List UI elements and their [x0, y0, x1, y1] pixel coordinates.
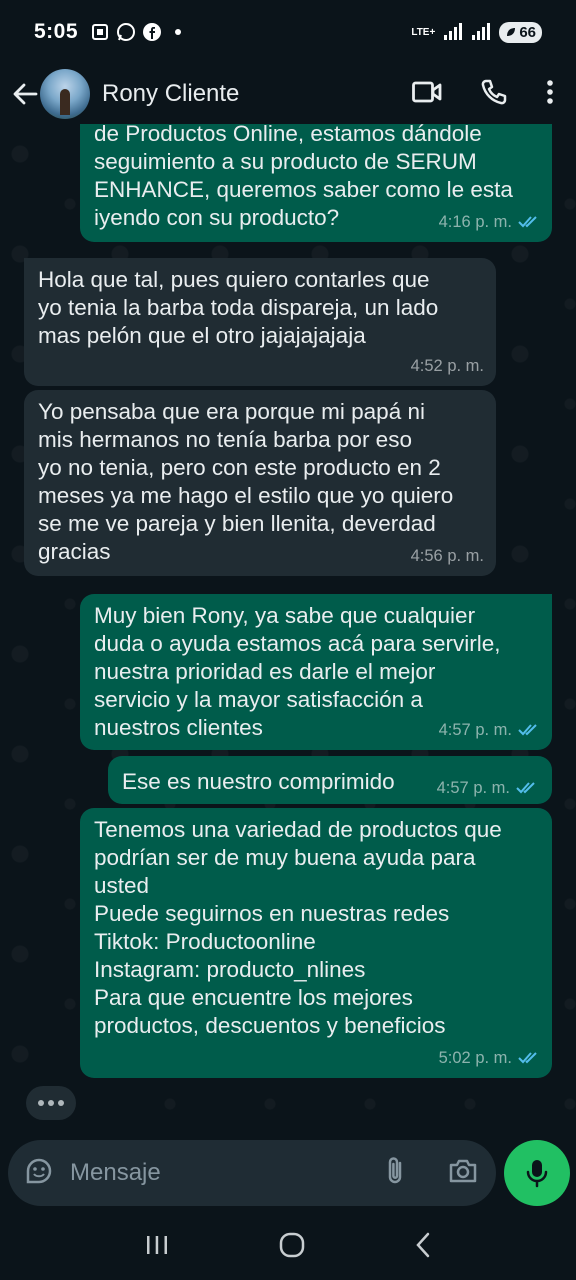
message-composer: Mensaje: [8, 1140, 496, 1206]
microphone-icon: [526, 1160, 548, 1188]
avatar[interactable]: [40, 69, 90, 119]
message-time: 4:57 p. m.: [438, 721, 512, 739]
voice-record-button[interactable]: [504, 1140, 570, 1206]
more-vertical-icon: [547, 79, 553, 104]
read-receipt-icon: [518, 215, 540, 229]
message-bubble-outgoing[interactable]: Tenemos una variedad de productos que po…: [80, 808, 552, 1078]
message-text: Ese es nuestro comprimido: [122, 769, 395, 794]
composer-actions: [384, 1155, 478, 1192]
status-time: 5:05: [34, 20, 79, 43]
message-bubble-outgoing[interactable]: de Productos Online, estamos dándole seg…: [80, 124, 552, 242]
message-list[interactable]: de Productos Online, estamos dándole seg…: [0, 124, 576, 1140]
phone-icon: [481, 79, 507, 104]
read-receipt-icon: [518, 723, 540, 737]
message-text: Hola que tal, pues quiero contarles que …: [38, 267, 439, 348]
battery-saver-icon: [507, 28, 516, 36]
message-input[interactable]: Mensaje: [70, 1159, 161, 1187]
system-navigation-bar: [0, 1214, 576, 1280]
back-chevron-icon: [416, 1232, 430, 1257]
camera-button[interactable]: [448, 1158, 478, 1189]
message-meta: 4:16 p. m.: [439, 208, 540, 236]
typing-dot: [38, 1100, 44, 1106]
dot-icon: [168, 22, 188, 42]
status-right: LTE+ 66: [411, 21, 542, 43]
message-time: 4:56 p. m.: [410, 547, 484, 565]
facebook-icon: [142, 22, 162, 42]
home-button[interactable]: [279, 1232, 305, 1263]
read-receipt-icon: [518, 1051, 540, 1065]
message-meta: 5:02 p. m.: [439, 1044, 540, 1072]
signal-icon: [443, 22, 463, 42]
contact-name[interactable]: Rony Cliente: [102, 80, 239, 108]
voice-call-button[interactable]: [480, 78, 508, 111]
signal-icon-2: [471, 22, 491, 42]
back-arrow-icon: [13, 83, 38, 105]
message-meta: 4:57 p. m.: [437, 762, 538, 802]
message-bubble-incoming[interactable]: Hola que tal, pues quiero contarles que …: [24, 258, 496, 386]
attach-button[interactable]: [384, 1155, 406, 1192]
whatsapp-icon: [116, 22, 136, 42]
message-bubble-incoming[interactable]: Yo pensaba que era porque mi papá ni mis…: [24, 390, 496, 576]
message-meta: 4:52 p. m.: [411, 352, 484, 380]
notification-icons: [90, 22, 188, 42]
sticker-icon: [26, 1158, 52, 1183]
recent-apps-button[interactable]: [145, 1234, 169, 1261]
status-bar: 5:05 LTE+ 66: [0, 0, 576, 64]
back-button[interactable]: [10, 74, 40, 114]
battery-indicator: 66: [499, 21, 542, 43]
message-time: 4:52 p. m.: [410, 357, 484, 375]
recents-icon: [147, 1235, 167, 1254]
header-actions: [412, 78, 566, 111]
typing-dot: [48, 1100, 54, 1106]
paperclip-icon: [388, 1156, 402, 1183]
read-receipt-icon: [516, 781, 538, 795]
battery-level: 66: [519, 23, 536, 41]
message-time: 4:16 p. m.: [438, 213, 512, 231]
screenshot-icon: [90, 22, 110, 42]
emoji-button[interactable]: [24, 1156, 54, 1191]
chat-header: Rony Cliente: [0, 64, 576, 124]
typing-dot: [58, 1100, 64, 1106]
message-meta: 4:57 p. m.: [439, 716, 540, 744]
message-text: Tenemos una variedad de productos que po…: [94, 817, 502, 1038]
message-time: 5:02 p. m.: [438, 1049, 512, 1067]
home-icon: [279, 1232, 305, 1257]
network-label: LTE+: [411, 26, 436, 38]
typing-indicator: [26, 1086, 76, 1120]
more-options-button[interactable]: [546, 79, 554, 110]
message-meta: 4:56 p. m.: [411, 542, 484, 570]
camera-icon: [449, 1159, 477, 1182]
message-bubble-outgoing[interactable]: Ese es nuestro comprimido 4:57 p. m.: [108, 756, 552, 804]
video-call-button[interactable]: [412, 81, 442, 108]
message-time: 4:57 p. m.: [436, 779, 510, 797]
message-text: Yo pensaba que era porque mi papá ni mis…: [38, 399, 454, 564]
message-bubble-outgoing[interactable]: Muy bien Rony, ya sabe que cualquier dud…: [80, 594, 552, 750]
video-camera-icon: [412, 81, 442, 102]
back-nav-button[interactable]: [415, 1232, 431, 1263]
